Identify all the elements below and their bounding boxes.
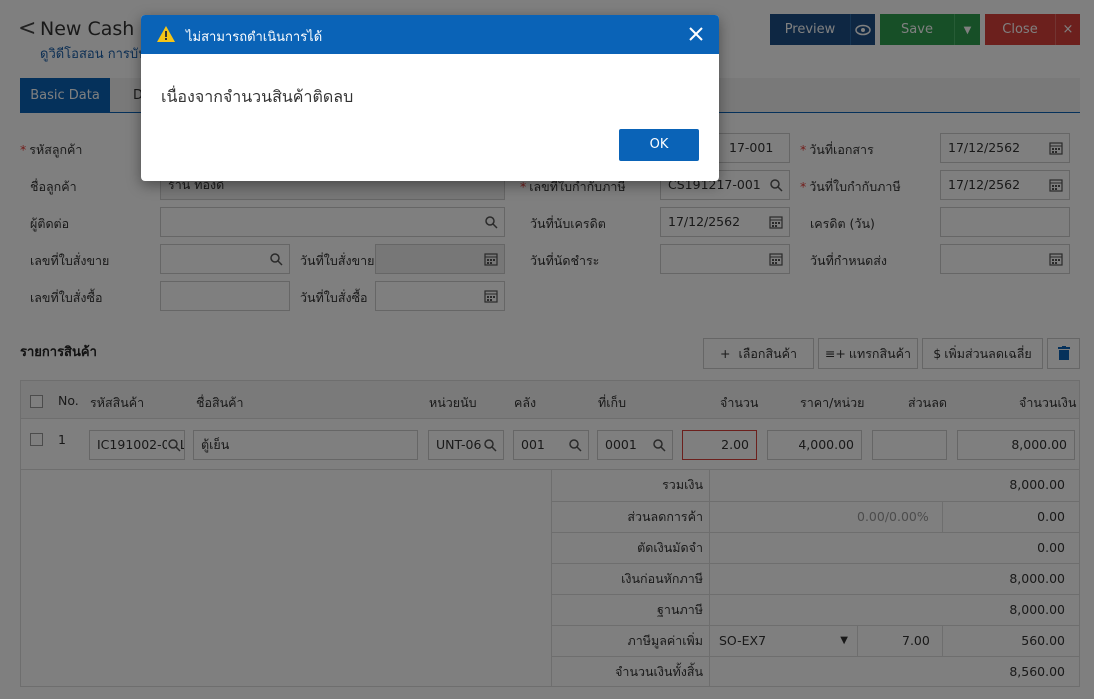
dialog-title: ไม่สามารถดำเนินการได้ xyxy=(186,30,323,45)
error-dialog: ไม่สามารถดำเนินการได้ เนื่องจากจำนวนสินค… xyxy=(141,15,719,181)
warning-icon xyxy=(157,26,175,42)
ok-button[interactable]: OK xyxy=(619,129,699,161)
close-icon[interactable] xyxy=(689,27,703,41)
dialog-header: ไม่สามารถดำเนินการได้ xyxy=(141,15,719,54)
dialog-message: เนื่องจากจำนวนสินค้าติดลบ xyxy=(161,87,354,106)
